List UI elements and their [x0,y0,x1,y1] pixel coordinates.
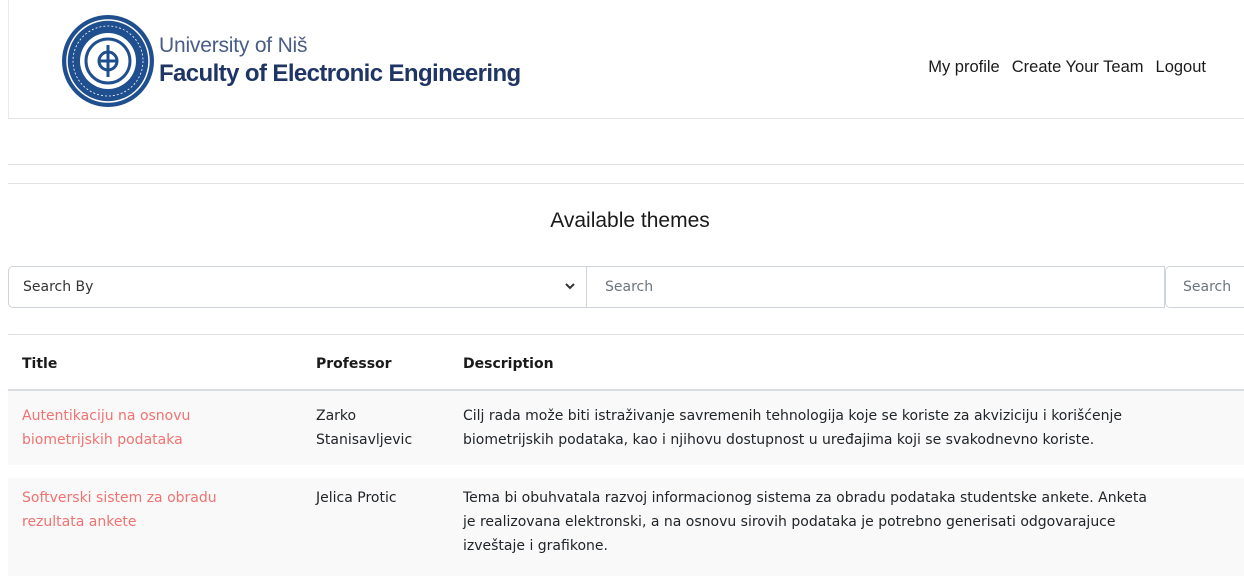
professor-line: Jelica Protic [316,490,397,506]
faculty-name: Faculty of Electronic Engineering [159,60,521,87]
search-by-select[interactable]: Search By [8,266,587,308]
page-title: Available themes [550,209,710,232]
nav-create-your-team[interactable]: Create Your Team [1012,58,1144,77]
title-line: biometrijskih podataka [22,432,183,448]
description-line: Cilj rada može biti istraživanje savreme… [463,408,1122,424]
chevron-down-icon [565,283,575,290]
divider [8,183,1244,184]
professor-name: Zarko Stanisavljevic [316,404,412,452]
professor-line: Stanisavljevic [316,432,413,448]
column-header-professor: Professor [316,356,392,372]
theme-description: Tema bi obuhvatala razvoj informacionog … [463,486,1147,558]
title-line: rezultata ankete [22,514,137,530]
theme-description: Cilj rada može biti istraživanje savreme… [463,404,1122,452]
description-line: izveštaje i grafikone. [463,538,608,554]
table-top-border [8,334,1244,335]
nav-my-profile[interactable]: My profile [928,58,1000,77]
divider [8,164,1244,165]
description-line: je realizovana elektronski, a na osnovu … [463,514,1116,530]
title-line: Autentikaciju na osnovu [22,408,191,424]
title-line: Softverski sistem za obradu [22,490,217,506]
description-line: biometrijskih podataka, kao i njihovu do… [463,432,1095,448]
column-header-title: Title [22,356,58,372]
search-input[interactable]: Search [587,266,1165,308]
university-name: University of Niš [159,34,308,57]
professor-name: Jelica Protic [316,486,397,510]
top-nav: My profile Create Your Team Logout [928,58,1206,77]
site-header: University of Niš Faculty of Electronic … [8,0,1244,119]
university-seal-logo[interactable] [61,14,155,108]
search-button[interactable]: Search [1165,266,1244,308]
theme-title-link[interactable]: Autentikaciju na osnovu biometrijskih po… [22,404,190,452]
description-line: Tema bi obuhvatala razvoj informacionog … [463,490,1147,506]
nav-logout[interactable]: Logout [1156,58,1206,77]
theme-title-link[interactable]: Softverski sistem za obradu rezultata an… [22,486,217,534]
professor-line: Zarko [316,408,357,424]
search-input-placeholder: Search [605,279,654,295]
search-button-label: Search [1183,279,1232,295]
column-header-description: Description [463,356,554,372]
search-by-select-value: Search By [23,279,94,295]
